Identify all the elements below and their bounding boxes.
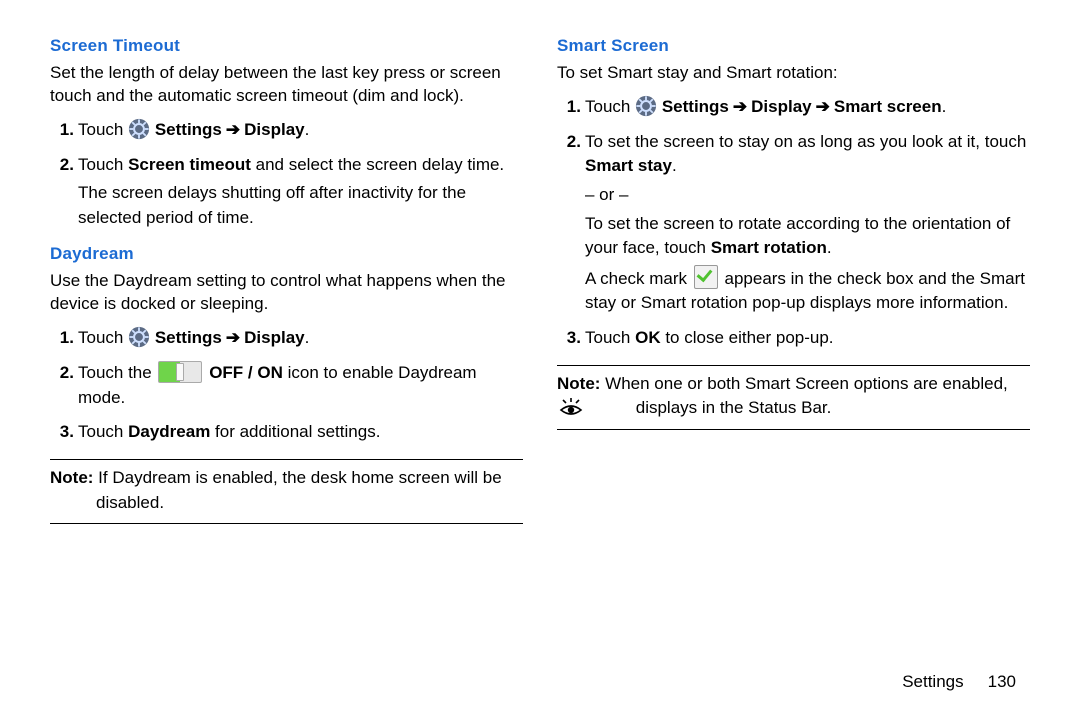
right-column: Smart Screen To set Smart stay and Smart… <box>557 36 1030 530</box>
step: Touch Settings➔Display➔Smart screen. <box>583 95 1030 120</box>
page-footer: Settings 130 <box>902 672 1016 692</box>
note-smart-screen: Note: When one or both Smart Screen opti… <box>557 372 1030 421</box>
columns: Screen Timeout Set the length of delay b… <box>50 36 1030 530</box>
footer-page-number: 130 <box>988 672 1016 691</box>
footer-chapter: Settings <box>902 672 963 691</box>
left-column: Screen Timeout Set the length of delay b… <box>50 36 523 530</box>
page: Screen Timeout Set the length of delay b… <box>0 0 1080 720</box>
toggle-off-on-icon <box>158 361 202 383</box>
steps-smart-screen: Touch Settings➔Display➔Smart screen. To … <box>557 95 1030 351</box>
step: To set the screen to stay on as long as … <box>583 130 1030 316</box>
settings-gear-icon <box>128 118 150 140</box>
step: Touch Daydream for additional settings. <box>76 420 523 445</box>
step: Touch Settings➔Display. <box>76 118 523 143</box>
note-daydream: Note: If Daydream is enabled, the desk h… <box>50 466 523 515</box>
divider <box>557 365 1030 366</box>
heading-daydream: Daydream <box>50 244 523 264</box>
step: Touch the OFF / ON icon to enable Daydre… <box>76 361 523 410</box>
settings-gear-icon <box>128 326 150 348</box>
step: Touch Settings➔Display. <box>76 326 523 351</box>
step: Touch OK to close either pop-up. <box>583 326 1030 351</box>
step-alt: To set the screen to rotate according to… <box>585 212 1030 261</box>
divider <box>50 523 523 524</box>
or-separator: – or – <box>585 183 1030 208</box>
intro-smart-screen: To set Smart stay and Smart rotation: <box>557 62 1030 85</box>
step-continuation: The screen delays shutting off after ina… <box>78 181 523 230</box>
intro-daydream: Use the Daydream setting to control what… <box>50 270 523 316</box>
smart-stay-eye-icon <box>605 398 629 418</box>
settings-gear-icon <box>635 95 657 117</box>
heading-screen-timeout: Screen Timeout <box>50 36 523 56</box>
step: Touch Screen timeout and select the scre… <box>76 153 523 231</box>
heading-smart-screen: Smart Screen <box>557 36 1030 56</box>
intro-screen-timeout: Set the length of delay between the last… <box>50 62 523 108</box>
step-checkmark-line: A check mark appears in the check box an… <box>585 265 1030 316</box>
steps-screen-timeout: Touch Settings➔Display. Touch Screen tim… <box>50 118 523 231</box>
checkmark-icon <box>694 265 718 289</box>
steps-daydream: Touch Settings➔Display. Touch the OFF / … <box>50 326 523 445</box>
divider <box>557 429 1030 430</box>
divider <box>50 459 523 460</box>
